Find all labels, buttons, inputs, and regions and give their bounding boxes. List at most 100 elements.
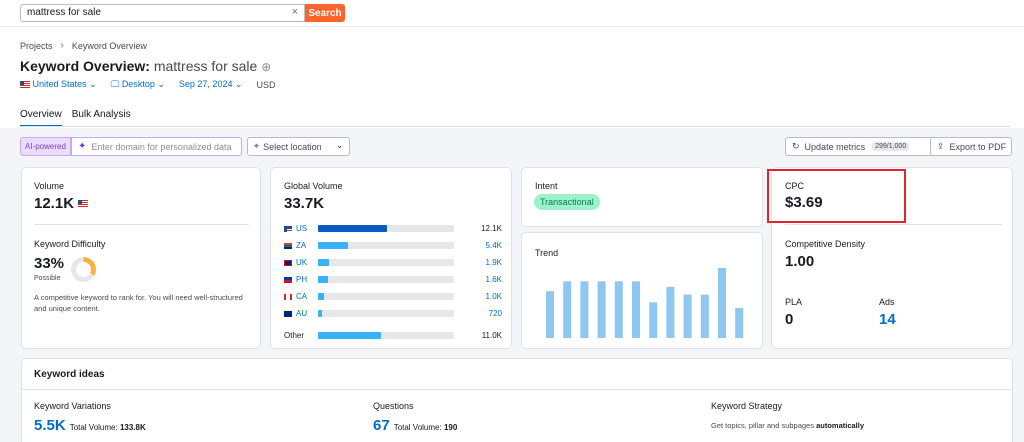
trend-bar (614, 281, 623, 338)
country-filter[interactable]: United States ⌄ (20, 79, 97, 90)
update-metrics-button[interactable]: ↻ Update metrics 299/1,000 (785, 137, 941, 156)
questions-count[interactable]: 67 (373, 417, 390, 434)
trend-bar (580, 281, 589, 338)
keyword-ideas-card: Keyword ideas Keyword Variations 5.5K To… (21, 358, 1013, 442)
au-flag-icon (284, 310, 292, 317)
country-code: US (296, 224, 308, 233)
us-flag-icon (78, 200, 89, 207)
divider (785, 224, 1002, 225)
clear-icon[interactable]: × (292, 6, 298, 18)
add-circle-icon[interactable]: ⊕ (261, 60, 271, 74)
chevron-down-icon: ⌄ (157, 79, 165, 89)
share-bar-fill (318, 332, 381, 339)
pla-label: PLA (785, 297, 803, 307)
strategy-label: Keyword Strategy (711, 401, 783, 411)
share-bar-fill (318, 293, 324, 300)
location-pin-icon: ⌖ (254, 141, 260, 151)
trend-bar (700, 294, 709, 338)
variations-tv-label: Total Volume: (69, 423, 118, 432)
device-filter[interactable]: 🖵 Desktop ⌄ (111, 79, 165, 90)
trend-bar (735, 307, 744, 338)
other-value: 11.0K (481, 331, 502, 340)
volume-card: Volume 12.1K Keyword Difficulty 33% Poss… (21, 167, 261, 349)
country-row[interactable]: AU 720 (284, 305, 502, 322)
ads-value[interactable]: 14 (879, 311, 896, 328)
breadcrumb: Projects › Keyword Overview (20, 40, 147, 51)
trend-bar (649, 302, 658, 338)
sparkle-icon: ✦ (78, 141, 87, 152)
keyword-strategy: Keyword Strategy Get topics, pillar and … (711, 401, 864, 430)
update-count-badge: 299/1,000 (872, 142, 910, 151)
country-row[interactable]: US 12.1K (284, 220, 502, 237)
trend-bar (597, 281, 606, 338)
tab-bulk-analysis[interactable]: Bulk Analysis (72, 109, 131, 127)
kd-label: Keyword Difficulty (34, 239, 106, 249)
share-bar (318, 310, 454, 317)
share-bar (318, 225, 454, 232)
volume-value-row: 12.1K (34, 195, 89, 212)
share-bar-fill (318, 242, 349, 249)
trend-bar (718, 268, 726, 338)
share-bar-fill (318, 225, 387, 232)
ads-label: Ads (879, 297, 895, 307)
share-bar (318, 332, 454, 339)
strategy-bold: automatically (816, 421, 865, 430)
keyword-search-input[interactable]: mattress for sale × (20, 4, 305, 22)
za-flag-icon (284, 242, 292, 249)
country-row[interactable]: ZA 5.4K (284, 237, 502, 254)
strategy-text: Get topics, pillar and subpages (711, 421, 814, 430)
other-row: Other 11.0K (284, 327, 502, 344)
share-bar-fill (318, 310, 322, 317)
share-bar (318, 276, 454, 283)
breadcrumb-projects[interactable]: Projects (20, 41, 53, 51)
trend-label: Trend (535, 248, 559, 258)
page-title: Keyword Overview: mattress for sale ⊕ (20, 58, 271, 74)
trend-bar (683, 294, 692, 338)
trend-bar (666, 286, 675, 338)
country-label: United States (32, 79, 87, 89)
domain-placeholder: Enter domain for personalized data (91, 141, 232, 152)
variations-count[interactable]: 5.5K (34, 417, 66, 434)
share-bar (318, 293, 454, 300)
uk-flag-icon (284, 259, 292, 266)
location-select[interactable]: ⌖ Select location ⌄ (247, 137, 350, 156)
country-code: AU (296, 309, 308, 318)
country-code: CA (296, 292, 308, 301)
keyword-variations: Keyword Variations 5.5K Total Volume: 13… (34, 401, 146, 434)
date-filter[interactable]: Sep 27, 2024 ⌄ (179, 79, 243, 90)
search-button[interactable]: Search (305, 4, 345, 22)
us-flag-icon (284, 225, 292, 232)
country-value: 1.0K (485, 292, 502, 301)
currency-label: USD (256, 79, 276, 90)
country-row[interactable]: PH 1.6K (284, 271, 502, 288)
kd-donut-chart (71, 257, 96, 282)
search-query: mattress for sale (27, 7, 101, 18)
share-bar-fill (318, 259, 330, 266)
country-code: ZA (296, 241, 307, 250)
ca-flag-icon (284, 293, 292, 300)
country-breakdown: US 12.1K ZA 5.4K UK 1.9K PH 1.6K CA 1.0K… (284, 220, 502, 344)
device-label: Desktop (121, 79, 155, 89)
refresh-icon: ↻ (792, 141, 800, 151)
intent-card: Intent Transactional (521, 167, 763, 227)
country-row[interactable]: CA 1.0K (284, 288, 502, 305)
personalized-domain-input[interactable]: ✦ Enter domain for personalized data (71, 137, 242, 156)
chevron-right-icon: › (60, 40, 64, 51)
tab-overview[interactable]: Overview (20, 109, 62, 127)
share-bar (318, 242, 454, 249)
chevron-down-icon: ⌄ (234, 79, 243, 89)
country-row[interactable]: UK 1.9K (284, 254, 502, 271)
ph-flag-icon (284, 276, 292, 283)
keyword-ideas-title: Keyword ideas (34, 369, 105, 380)
trend-bar-chart (546, 268, 744, 338)
breadcrumb-current: Keyword Overview (71, 40, 147, 51)
global-volume-value: 33.7K (284, 195, 325, 212)
desktop-icon: 🖵 (110, 79, 120, 89)
density-value: 1.00 (785, 253, 815, 270)
volume-label: Volume (34, 181, 65, 191)
trend-bar (546, 291, 554, 338)
export-pdf-button[interactable]: ⇪ Export to PDF (930, 137, 1012, 156)
global-volume-card: Global Volume 33.7K US 12.1K ZA 5.4K UK … (270, 167, 512, 349)
tab-divider (20, 126, 1010, 127)
other-label: Other (284, 331, 305, 340)
